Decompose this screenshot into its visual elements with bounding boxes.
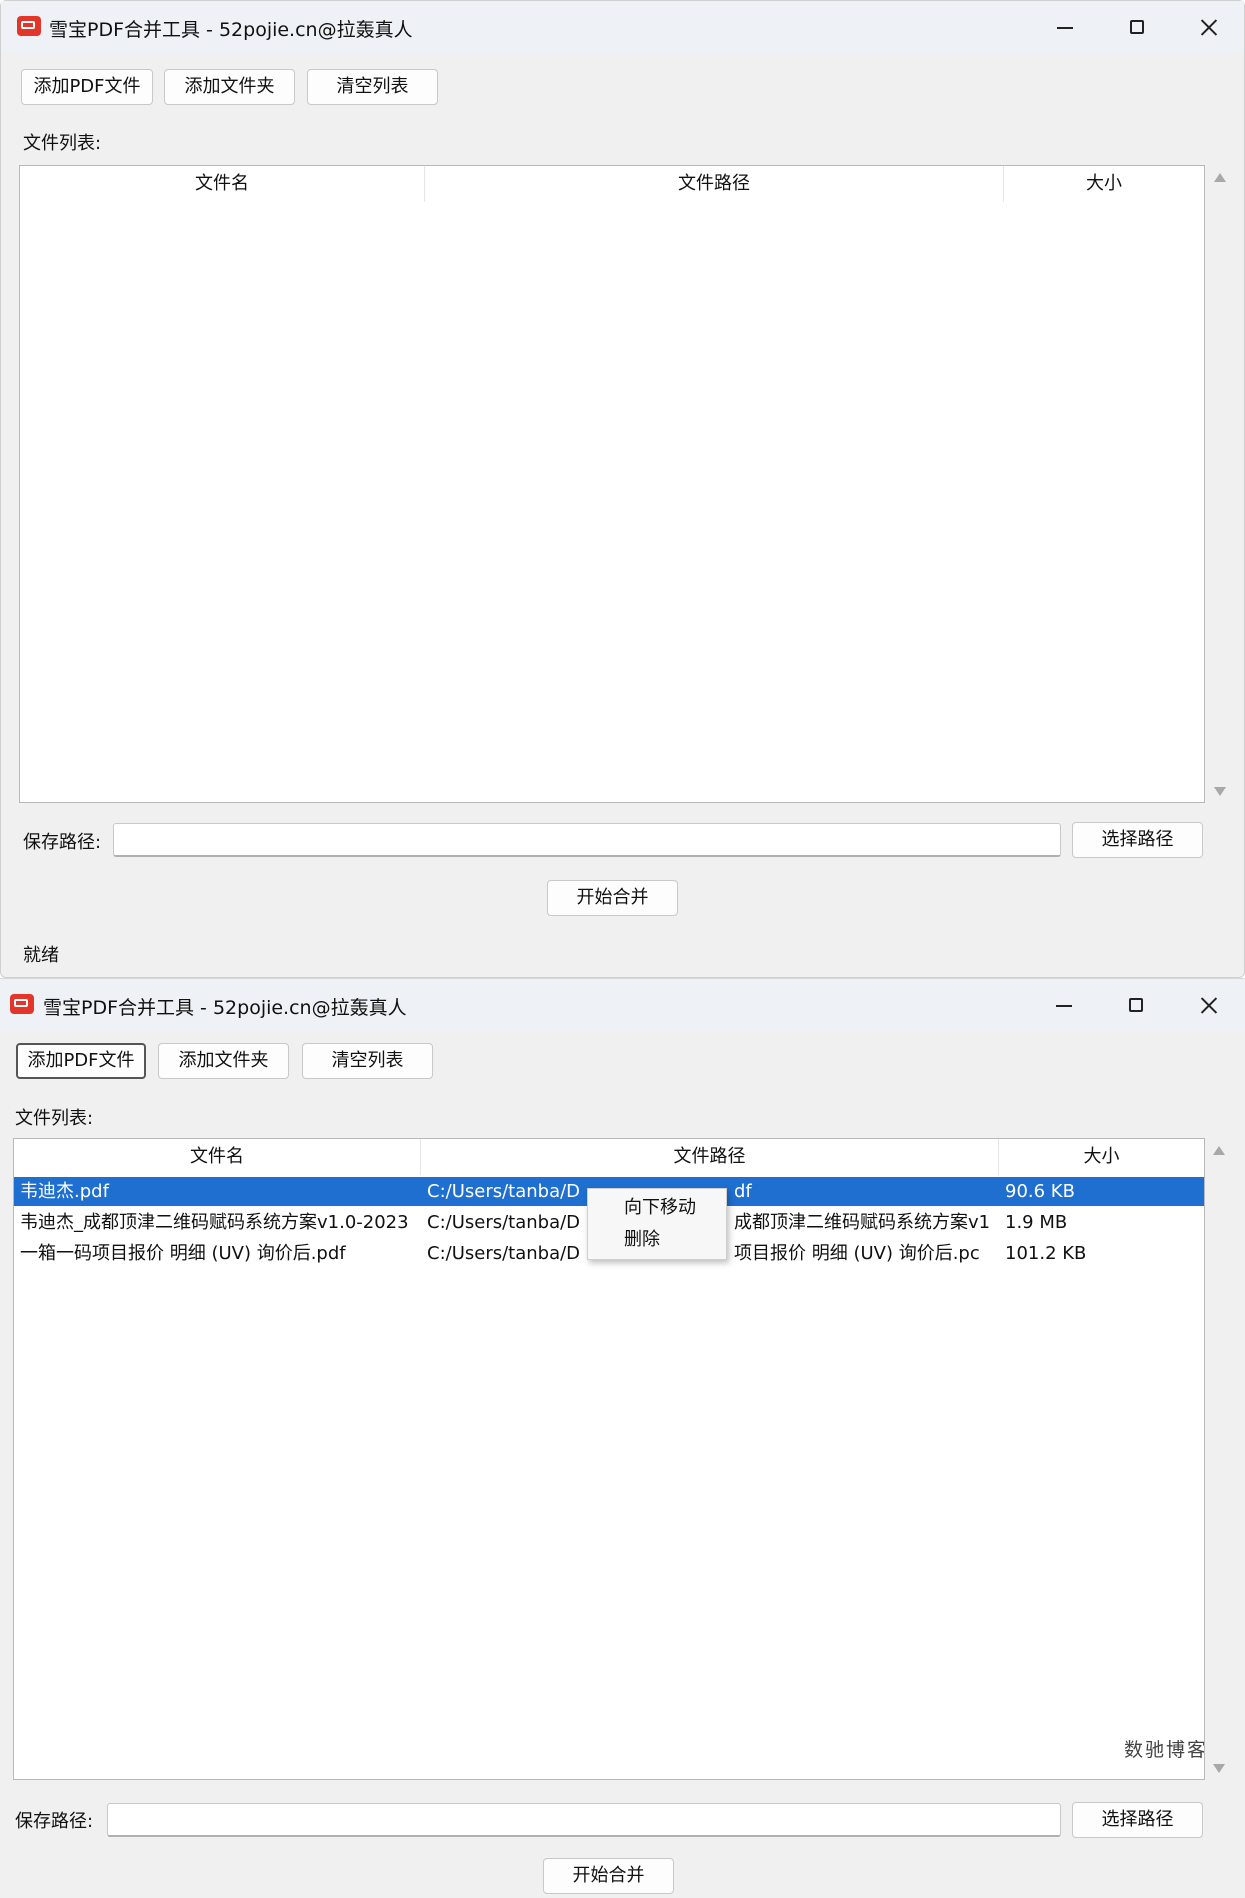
close-icon: [1189, 7, 1229, 47]
scroll-up-icon[interactable]: [1214, 173, 1226, 182]
maximize-button[interactable]: [1116, 985, 1156, 1025]
cell-file-path: C:/Users/tanba/D: [427, 1181, 581, 1202]
column-header-size[interactable]: 大小: [999, 1139, 1204, 1175]
cell-file-name: 韦迪杰_成都顶津二维码赋码系统方案v1.0-2023: [20, 1212, 409, 1233]
scroll-down-icon[interactable]: [1214, 787, 1226, 796]
app-window-empty: 雪宝PDF合并工具 - 52pojie.cn@拉轰真人 添加PDF文件 添加文件…: [0, 0, 1245, 978]
column-header-name[interactable]: 文件名: [20, 166, 425, 202]
minimize-button[interactable]: [1044, 985, 1084, 1025]
cell-file-name: 韦迪杰.pdf: [20, 1181, 109, 1202]
save-path-label: 保存路径:: [23, 832, 102, 853]
title-bar[interactable]: 雪宝PDF合并工具 - 52pojie.cn@拉轰真人: [0, 979, 1245, 1031]
maximize-icon: [1130, 20, 1144, 34]
context-menu-delete[interactable]: 删除: [588, 1225, 726, 1255]
cell-file-size: 90.6 KB: [1005, 1181, 1075, 1202]
cell-file-size: 101.2 KB: [1005, 1243, 1087, 1264]
table-scrollbar[interactable]: [1208, 1138, 1230, 1780]
cell-file-size: 1.9 MB: [1005, 1212, 1068, 1233]
file-list-label: 文件列表:: [15, 1108, 94, 1129]
save-path-input[interactable]: [113, 823, 1061, 857]
column-header-path[interactable]: 文件路径: [425, 166, 1004, 202]
cell-file-path-tail: 项目报价 明细 (UV) 询价后.pc: [734, 1243, 980, 1264]
maximize-button[interactable]: [1117, 7, 1157, 47]
window-title: 雪宝PDF合并工具 - 52pojie.cn@拉轰真人: [49, 19, 413, 41]
scroll-up-icon[interactable]: [1213, 1146, 1225, 1155]
table-header: 文件名 文件路径 大小: [20, 166, 1204, 202]
choose-path-button[interactable]: 选择路径: [1072, 1802, 1203, 1838]
minimize-icon: [1057, 27, 1073, 29]
app-window-populated: 雪宝PDF合并工具 - 52pojie.cn@拉轰真人 添加PDF文件 添加文件…: [0, 978, 1245, 1898]
status-text: 就绪: [23, 945, 59, 966]
minimize-icon: [1056, 1005, 1072, 1007]
close-icon: [1189, 985, 1229, 1025]
column-header-name[interactable]: 文件名: [14, 1139, 421, 1175]
add-folder-button[interactable]: 添加文件夹: [158, 1043, 289, 1079]
context-menu-move-down[interactable]: 向下移动: [588, 1193, 726, 1223]
add-folder-button[interactable]: 添加文件夹: [164, 69, 295, 105]
column-header-path[interactable]: 文件路径: [421, 1139, 999, 1175]
cell-file-name: 一箱一码项目报价 明细 (UV) 询价后.pdf: [20, 1243, 346, 1264]
save-path-input[interactable]: [107, 1803, 1061, 1837]
column-header-size[interactable]: 大小: [1004, 166, 1204, 202]
cell-file-path-tail: 成都顶津二维码赋码系统方案v1: [734, 1212, 991, 1233]
cell-file-path: C:/Users/tanba/D: [427, 1212, 581, 1233]
cell-file-path: C:/Users/tanba/D: [427, 1243, 581, 1264]
choose-path-button[interactable]: 选择路径: [1072, 822, 1203, 858]
add-pdf-button[interactable]: 添加PDF文件: [21, 69, 153, 105]
scroll-down-icon[interactable]: [1213, 1764, 1225, 1773]
context-menu: 向下移动 删除: [587, 1188, 727, 1260]
app-logo-icon: [10, 994, 34, 1014]
title-bar[interactable]: 雪宝PDF合并工具 - 52pojie.cn@拉轰真人: [1, 1, 1244, 53]
start-merge-button[interactable]: 开始合并: [543, 1858, 674, 1894]
maximize-icon: [1129, 998, 1143, 1012]
cell-file-path-tail: df: [734, 1181, 752, 1202]
clear-list-button[interactable]: 清空列表: [302, 1043, 433, 1079]
app-logo-icon: [17, 16, 41, 36]
minimize-button[interactable]: [1045, 7, 1085, 47]
window-title: 雪宝PDF合并工具 - 52pojie.cn@拉轰真人: [43, 997, 407, 1019]
close-button[interactable]: [1189, 985, 1229, 1025]
table-scrollbar[interactable]: [1209, 165, 1231, 803]
save-path-label: 保存路径:: [15, 1811, 94, 1832]
start-merge-button[interactable]: 开始合并: [547, 880, 678, 916]
watermark-text: 数驰博客: [1124, 1739, 1205, 1761]
file-list-label: 文件列表:: [23, 133, 102, 154]
clear-list-button[interactable]: 清空列表: [307, 69, 438, 105]
file-table[interactable]: 文件名 文件路径 大小: [19, 165, 1205, 803]
add-pdf-button[interactable]: 添加PDF文件: [16, 1043, 146, 1079]
close-button[interactable]: [1189, 7, 1229, 47]
table-header: 文件名 文件路径 大小: [14, 1139, 1204, 1175]
